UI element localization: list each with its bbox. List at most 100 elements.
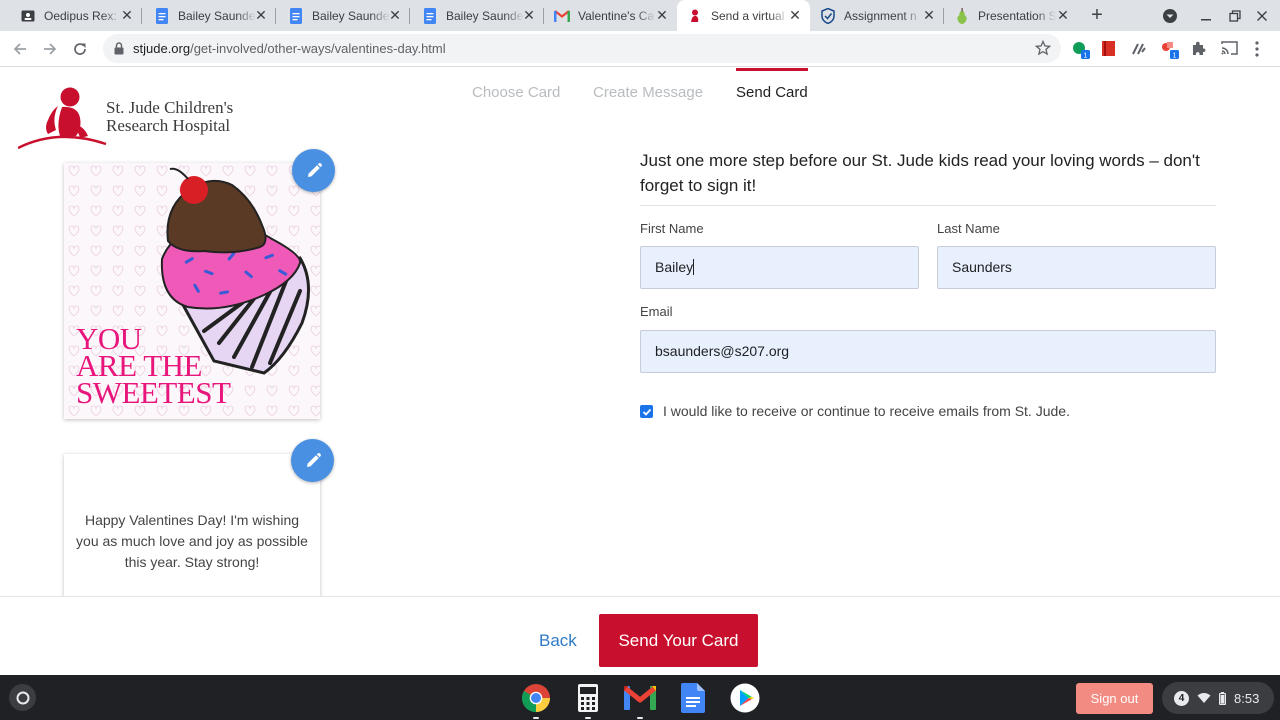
step-send-card: Send Card bbox=[736, 84, 808, 101]
close-tab-icon[interactable]: ✕ bbox=[120, 8, 134, 22]
extension-pencil-icon[interactable] bbox=[1130, 40, 1148, 58]
card-front-image: YOU ARE THE SWEETEST bbox=[64, 163, 320, 419]
browser-tab[interactable]: Bailey Saunde ✕ bbox=[276, 0, 410, 31]
tab-strip: Oedipus Rex: E ✕ Bailey Saunde ✕ Bailey … bbox=[0, 0, 1280, 31]
email-value: bsaunders@s207.org bbox=[655, 343, 790, 359]
first-name-value: Bailey bbox=[655, 259, 694, 275]
email-field[interactable]: bsaunders@s207.org bbox=[640, 330, 1216, 373]
email-label: Email bbox=[640, 304, 673, 319]
web-page: St. Jude Children's Research Hospital Ch… bbox=[0, 68, 1280, 675]
divider bbox=[640, 205, 1216, 206]
card-message-preview: Happy Valentines Day! I'm wishing you as… bbox=[64, 454, 320, 614]
reload-icon[interactable] bbox=[68, 37, 92, 61]
tab-title: Presentation S bbox=[978, 8, 1056, 23]
lock-icon[interactable] bbox=[114, 42, 124, 60]
gmail-icon bbox=[554, 8, 570, 24]
pear-icon bbox=[954, 7, 970, 24]
action-footer: Back Send Your Card bbox=[0, 596, 1280, 675]
docs-icon bbox=[288, 7, 304, 24]
close-tab-icon[interactable]: ✕ bbox=[522, 8, 536, 22]
logo-line-1: St. Jude Children's bbox=[106, 98, 234, 117]
extensions-puzzle-icon[interactable] bbox=[1191, 40, 1209, 58]
step-choose-card[interactable]: Choose Card bbox=[472, 84, 560, 101]
browser-tab[interactable]: Oedipus Rex: E ✕ bbox=[0, 0, 142, 31]
extension-shapes-icon[interactable]: 1 bbox=[1160, 40, 1179, 60]
back-arrow-icon[interactable] bbox=[8, 37, 32, 61]
wifi-icon bbox=[1197, 693, 1211, 703]
tab-title: Send a virtual bbox=[711, 8, 785, 23]
card-message-text: Happy Valentines Day! I'm wishing you as… bbox=[76, 512, 308, 570]
menu-kebab-icon[interactable] bbox=[1254, 40, 1272, 58]
browser-tab[interactable]: Valentine's Ca ✕ bbox=[544, 0, 677, 31]
tab-title: Valentine's Ca bbox=[578, 8, 655, 23]
url-text: stjude.org/get-involved/other-ways/valen… bbox=[133, 41, 446, 56]
os-shelf: Sign out 4 8:53 bbox=[0, 675, 1280, 720]
calculator-app-icon[interactable] bbox=[572, 682, 604, 719]
svg-text:1: 1 bbox=[1084, 53, 1088, 60]
launcher-circle-icon bbox=[16, 691, 29, 704]
battery-icon bbox=[1219, 691, 1226, 705]
launcher-button[interactable] bbox=[9, 684, 36, 711]
docs-icon bbox=[422, 7, 438, 24]
pencil-icon bbox=[306, 452, 321, 467]
card-front-line: SWEETEST bbox=[76, 375, 231, 410]
edit-card-button[interactable] bbox=[292, 149, 335, 192]
email-optin-checkbox[interactable] bbox=[640, 405, 653, 418]
browser-tab[interactable]: Assignment n ✕ bbox=[810, 0, 944, 31]
gmail-app-icon[interactable] bbox=[624, 682, 656, 719]
cast-icon[interactable] bbox=[1221, 40, 1239, 58]
minimize-icon[interactable] bbox=[1196, 6, 1216, 26]
close-window-icon[interactable] bbox=[1252, 6, 1272, 26]
stjude-logo-icon[interactable] bbox=[17, 84, 108, 155]
close-tab-icon[interactable]: ✕ bbox=[1056, 8, 1070, 22]
logo-wordmark[interactable]: St. Jude Children's Research Hospital bbox=[106, 99, 233, 135]
browser-tab[interactable]: Presentation S ✕ bbox=[944, 0, 1078, 31]
form-intro-heading: Just one more step before our St. Jude k… bbox=[640, 151, 1200, 195]
status-tray[interactable]: 4 8:53 bbox=[1162, 682, 1274, 714]
stjude-icon bbox=[687, 8, 703, 24]
tab-title: Assignment n bbox=[844, 8, 917, 23]
back-button[interactable]: Back bbox=[539, 631, 577, 651]
last-name-field[interactable]: Saunders bbox=[937, 246, 1216, 289]
svg-text:1: 1 bbox=[1173, 53, 1177, 60]
address-bar[interactable]: stjude.org/get-involved/other-ways/valen… bbox=[103, 34, 1061, 63]
close-tab-icon[interactable]: ✕ bbox=[254, 8, 268, 22]
send-card-button[interactable]: Send Your Card bbox=[599, 614, 758, 667]
email-optin-label[interactable]: I would like to receive or continue to r… bbox=[663, 403, 1070, 419]
bookmark-star-icon[interactable] bbox=[1034, 39, 1052, 61]
chrome-app-icon[interactable] bbox=[520, 682, 552, 719]
docs-app-icon[interactable] bbox=[677, 682, 709, 714]
extension-green-icon[interactable]: 1 bbox=[1071, 40, 1090, 60]
close-tab-icon[interactable]: ✕ bbox=[788, 8, 802, 22]
tab-title: Bailey Saunde bbox=[178, 8, 256, 23]
active-step-indicator bbox=[736, 68, 808, 71]
browser-tab[interactable]: Bailey Saunde ✕ bbox=[410, 0, 544, 31]
edit-message-button[interactable] bbox=[291, 439, 334, 482]
browser-tab-active[interactable]: Send a virtual ✕ bbox=[677, 0, 810, 31]
play-store-app-icon[interactable] bbox=[729, 682, 761, 714]
logo-line-2: Research Hospital bbox=[106, 116, 231, 135]
restore-icon[interactable] bbox=[1225, 6, 1245, 26]
close-tab-icon[interactable]: ✕ bbox=[655, 8, 669, 22]
close-tab-icon[interactable]: ✕ bbox=[388, 8, 402, 22]
last-name-value: Saunders bbox=[952, 259, 1012, 275]
close-tab-icon[interactable]: ✕ bbox=[922, 8, 936, 22]
sign-out-button[interactable]: Sign out bbox=[1076, 683, 1153, 714]
url-path: /get-involved/other-ways/valentines-day.… bbox=[190, 41, 446, 56]
tab-title: Oedipus Rex: E bbox=[44, 8, 122, 23]
new-tab-button[interactable]: + bbox=[1086, 4, 1108, 26]
tab-title: Bailey Saunde bbox=[446, 8, 524, 23]
tab-search-icon[interactable] bbox=[1160, 6, 1180, 26]
shield-icon bbox=[820, 7, 836, 24]
last-name-label: Last Name bbox=[937, 221, 1000, 236]
browser-tab[interactable]: Bailey Saunde ✕ bbox=[142, 0, 276, 31]
docs-icon bbox=[154, 7, 170, 24]
card-front-text: YOU ARE THE SWEETEST bbox=[76, 323, 231, 410]
first-name-label: First Name bbox=[640, 221, 704, 236]
step-create-message[interactable]: Create Message bbox=[593, 84, 703, 101]
text-cursor bbox=[693, 259, 695, 275]
forward-arrow-icon[interactable] bbox=[38, 37, 62, 61]
extension-red-icon[interactable] bbox=[1100, 40, 1118, 58]
first-name-field[interactable]: Bailey bbox=[640, 246, 919, 289]
notification-badge-icon: 4 bbox=[1174, 690, 1189, 706]
